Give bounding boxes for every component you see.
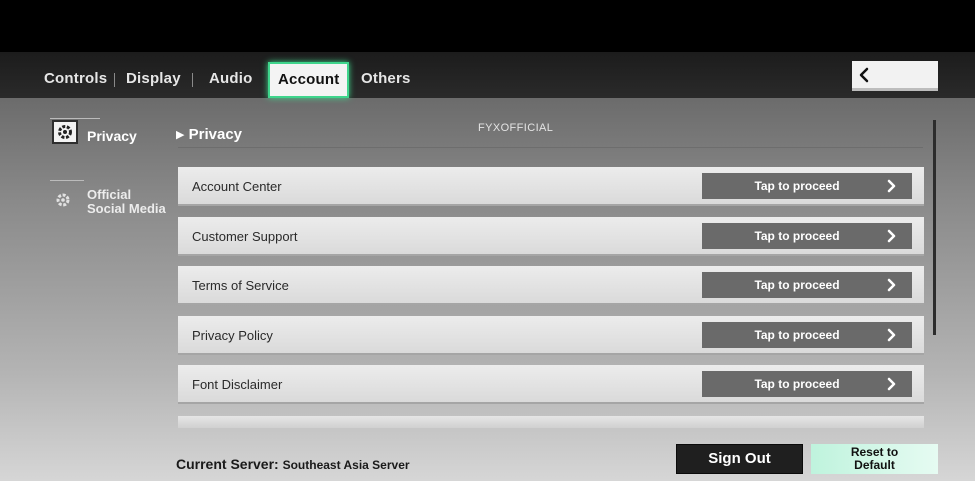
sidebar-item-label-line2: Social Media <box>87 201 166 216</box>
chevron-right-icon <box>887 377 896 391</box>
row-label: Font Disclaimer <box>192 377 283 392</box>
tab-audio[interactable]: Audio <box>209 62 253 96</box>
divider <box>178 147 923 148</box>
list-item-account-center: Account Center Tap to proceed <box>178 167 924 206</box>
list-item-font-disclaimer: Font Disclaimer Tap to proceed <box>178 365 924 404</box>
triangle-right-icon: ▶ <box>176 129 185 141</box>
row-label: Account Center <box>192 179 282 194</box>
server-label: Current Server: <box>176 456 279 472</box>
chevron-right-icon <box>887 278 896 292</box>
server-value: Southeast Asia Server <box>282 458 410 472</box>
row-label: Terms of Service <box>192 278 289 293</box>
sign-out-button[interactable]: Sign Out <box>676 444 803 474</box>
nav-icon-frame <box>52 188 78 212</box>
sidebar-item-label: Privacy <box>87 128 137 144</box>
tab-bar: Controls Display Audio Account Others <box>0 52 975 98</box>
top-black-band <box>0 0 975 52</box>
settings-screen: Controls Display Audio Account Others Pr… <box>0 52 975 481</box>
section-title: ▶ Privacy <box>176 126 242 143</box>
reset-to-default-button[interactable]: Reset to Default <box>811 444 938 474</box>
proceed-button[interactable]: Tap to proceed <box>702 272 912 298</box>
proceed-label: Tap to proceed <box>754 229 840 243</box>
row-label: Customer Support <box>192 229 298 244</box>
tab-separator <box>114 73 115 87</box>
section-title-text: Privacy <box>188 126 243 143</box>
proceed-label: Tap to proceed <box>754 328 840 342</box>
proceed-label: Tap to proceed <box>754 179 840 193</box>
tab-display[interactable]: Display <box>126 62 181 96</box>
tab-separator <box>192 73 193 87</box>
current-server: Current Server: Southeast Asia Server <box>176 456 410 472</box>
proceed-label: Tap to proceed <box>754 377 840 391</box>
chevron-left-icon <box>859 67 869 83</box>
list-item-terms-of-service: Terms of Service Tap to proceed <box>178 266 924 305</box>
tab-others[interactable]: Others <box>361 62 411 96</box>
proceed-label: Tap to proceed <box>754 278 840 292</box>
row-label: Privacy Policy <box>192 328 273 343</box>
tab-controls[interactable]: Controls <box>44 62 107 96</box>
nav-code-line <box>50 180 84 181</box>
proceed-button[interactable]: Tap to proceed <box>702 371 912 397</box>
chevron-right-icon <box>887 328 896 342</box>
sidebar-item-privacy[interactable]: Privacy <box>50 112 170 152</box>
gear-icon <box>58 125 72 139</box>
chevron-right-icon <box>887 229 896 243</box>
sidebar-item-social-media[interactable]: Official Social Media <box>50 178 170 218</box>
tab-account[interactable]: Account <box>268 62 350 98</box>
nav-code-line <box>50 118 100 119</box>
proceed-button[interactable]: Tap to proceed <box>702 173 912 199</box>
gear-icon <box>56 193 70 207</box>
watermark: FYXOFFICIAL <box>478 122 554 134</box>
list-item-partial <box>178 416 924 428</box>
proceed-button[interactable]: Tap to proceed <box>702 322 912 348</box>
list-item-privacy-policy: Privacy Policy Tap to proceed <box>178 316 924 355</box>
sidebar-item-label-line1: Official <box>87 187 132 202</box>
scrollbar[interactable] <box>933 120 936 335</box>
list-item-customer-support: Customer Support Tap to proceed <box>178 217 924 256</box>
back-button[interactable] <box>852 61 938 91</box>
proceed-button[interactable]: Tap to proceed <box>702 223 912 249</box>
nav-icon-frame <box>52 120 78 144</box>
chevron-right-icon <box>887 179 896 193</box>
